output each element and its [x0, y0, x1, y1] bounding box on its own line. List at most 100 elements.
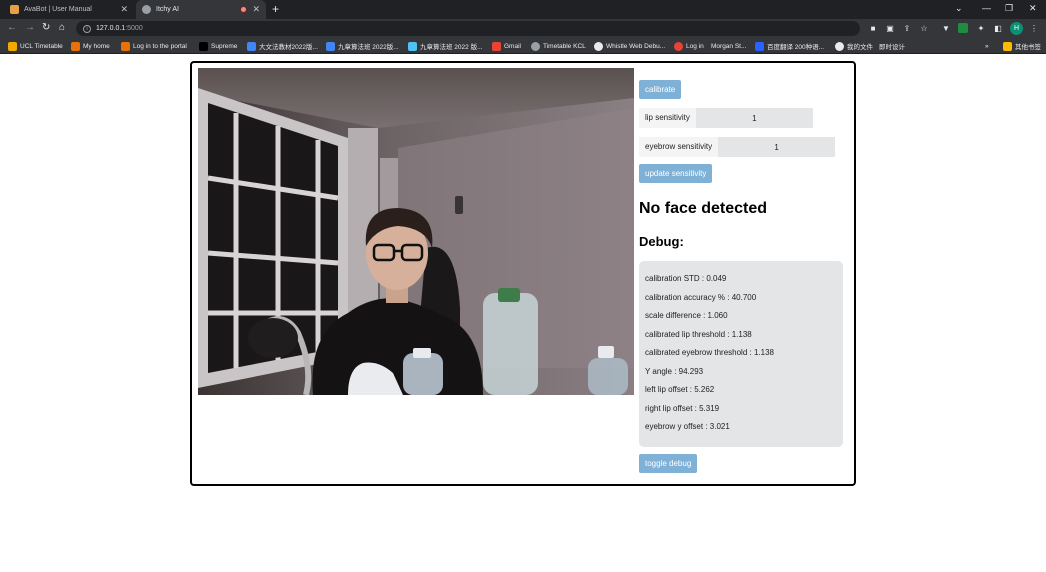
bookmark-item[interactable]: Morgan St...: [711, 40, 746, 52]
bookmark-label: Timetable KCL: [543, 42, 586, 50]
globe-icon: [531, 41, 540, 51]
extension-icon[interactable]: [958, 23, 968, 33]
bookmark-label: 九章算法班 2022版...: [338, 44, 399, 51]
camera-icon[interactable]: ■: [868, 23, 878, 33]
bookmark-item[interactable]: Timetable KCL: [531, 40, 586, 52]
bookmark-label: 即时设计: [879, 44, 905, 51]
debug-line: calibration accuracy % : 40.700: [645, 292, 757, 302]
bookmark-label: My home: [83, 42, 110, 50]
reload-icon[interactable]: ↻: [42, 22, 50, 33]
bookmark-item[interactable]: My home: [71, 40, 110, 52]
puzzle-icon[interactable]: ✦: [976, 23, 986, 33]
more-bookmarks-icon[interactable]: »: [985, 40, 989, 52]
bookmark-label: Log in: [686, 42, 704, 50]
page-content: calibrate lip sensitivity 1 eyebrow sens…: [0, 55, 1046, 572]
minimize-icon[interactable]: —: [982, 3, 991, 13]
bookmark-label: 其他书签: [1015, 44, 1041, 51]
translate-icon[interactable]: ▣: [885, 23, 895, 33]
bookmark-item[interactable]: 我的文件: [835, 40, 873, 52]
bookmark-label: 九章算法班 2022 版...: [420, 44, 483, 51]
tab-itchy-ai[interactable]: Itchy AI ✕: [136, 0, 266, 19]
url-port: :5000: [125, 25, 143, 32]
bookmarks-bar: UCL Timetable My home Log in to the port…: [0, 38, 1046, 54]
bookmark-item[interactable]: Gmail: [492, 40, 521, 52]
bookmark-label: 大文法教材2022版...: [259, 44, 318, 51]
bookmark-item[interactable]: 九章算法班 2022 版...: [408, 40, 483, 52]
bookmark-star-icon[interactable]: ☆: [919, 23, 929, 33]
update-sensitivity-button[interactable]: update sensitivity: [639, 164, 713, 183]
close-icon[interactable]: ✕: [120, 4, 128, 15]
wordpress-icon: [594, 41, 603, 51]
bookmark-folder[interactable]: 其他书签: [1003, 40, 1041, 52]
debug-line: left lip offset : 5.262: [645, 385, 715, 394]
tab-bar: AvaBot | User Manual ✕ Itchy AI ✕ + ⌄ — …: [0, 0, 1046, 19]
browser-toolbar: ← → ↻ ⌂ i 127.0.0.1:5000 ■ ▣ ⇪ ☆ ▼ ✦ ◧ H…: [0, 19, 1046, 38]
tab-avabot[interactable]: AvaBot | User Manual ✕: [4, 0, 134, 19]
bookmark-favicon-icon: [8, 41, 17, 51]
side-panel-icon[interactable]: ◧: [993, 23, 1003, 33]
home-icon[interactable]: ⌂: [59, 22, 65, 33]
bookmark-label: UCL Timetable: [20, 42, 63, 50]
extension-v-icon[interactable]: ▼: [941, 23, 951, 33]
debug-line: calibrated eyebrow threshold : 1.138: [645, 348, 774, 357]
info-icon[interactable]: i: [83, 24, 91, 33]
bookmark-label: Morgan St...: [711, 42, 747, 50]
bookmark-favicon-icon: [835, 41, 844, 51]
new-tab-icon[interactable]: +: [272, 2, 279, 16]
url-host: 127.0.0.1: [96, 25, 126, 32]
bookmark-favicon-icon: [121, 41, 130, 51]
restore-icon[interactable]: ❐: [1005, 3, 1013, 14]
tab-title: Itchy AI: [156, 6, 179, 13]
folder-icon: [1003, 41, 1012, 51]
debug-panel: calibration STD : 0.049 calibration accu…: [639, 261, 843, 447]
face-status: No face detected: [639, 200, 768, 217]
bookmark-item[interactable]: 九章算法班 2022版...: [326, 40, 399, 52]
bookmark-item[interactable]: 大文法教材2022版...: [247, 40, 318, 52]
bookmark-label: Gmail: [504, 42, 521, 50]
forward-icon[interactable]: →: [25, 22, 35, 33]
bookmark-item[interactable]: Log in to the portal: [121, 40, 187, 52]
window-close-icon[interactable]: ✕: [1029, 3, 1037, 14]
eyebrow-sensitivity-row: eyebrow sensitivity 1: [639, 137, 847, 157]
bookmark-label: Whistle Web Debu...: [606, 42, 666, 50]
lip-sensitivity-label: lip sensitivity: [639, 108, 696, 128]
bookmark-item[interactable]: 即时设计: [879, 40, 905, 52]
bookmark-item[interactable]: Whistle Web Debu...: [594, 40, 665, 52]
bookmark-item[interactable]: 百度翻译 200种语...: [755, 40, 824, 52]
menu-icon[interactable]: ⋮: [1029, 23, 1039, 33]
bookmark-item[interactable]: UCL Timetable: [8, 40, 63, 52]
bookmark-item[interactable]: Supreme: [199, 40, 237, 52]
bookmark-label: Log in to the portal: [133, 42, 187, 50]
eyebrow-sensitivity-input[interactable]: 1: [718, 137, 836, 157]
recording-icon: [240, 6, 247, 13]
lip-sensitivity-row: lip sensitivity 1: [639, 108, 847, 128]
lip-sensitivity-input[interactable]: 1: [695, 108, 813, 128]
webcam-feed: [198, 68, 634, 395]
calibrate-button[interactable]: calibrate: [639, 80, 682, 99]
bookmark-label: 百度翻译 200种语...: [767, 44, 825, 51]
gmail-icon: [492, 41, 501, 51]
close-icon[interactable]: ✕: [252, 4, 260, 15]
debug-line: calibration STD : 0.049: [645, 274, 727, 283]
debug-heading: Debug:: [639, 234, 684, 249]
bookmark-favicon-icon: [674, 41, 683, 51]
webcam-image: [198, 68, 634, 395]
toggle-debug-button[interactable]: toggle debug: [639, 454, 698, 473]
bookmark-favicon-icon: [71, 41, 80, 51]
bookmark-item[interactable]: Log in: [674, 40, 704, 52]
bookmark-favicon-icon: [755, 41, 764, 51]
address-bar[interactable]: i 127.0.0.1:5000: [76, 21, 860, 36]
share-icon[interactable]: ⇪: [902, 23, 912, 33]
debug-line: Y angle : 94.293: [645, 366, 704, 376]
control-panel: calibrate lip sensitivity 1 eyebrow sens…: [639, 79, 847, 473]
globe-icon: [142, 5, 151, 14]
debug-line: calibrated lip threshold : 1.138: [645, 329, 752, 339]
bookmark-label: 我的文件: [847, 44, 873, 51]
back-icon[interactable]: ←: [7, 22, 17, 33]
eyebrow-sensitivity-label: eyebrow sensitivity: [639, 137, 719, 157]
bookmark-favicon-icon: [247, 41, 256, 51]
tab-search-icon[interactable]: ⌄: [955, 3, 963, 14]
profile-avatar[interactable]: H: [1010, 22, 1023, 35]
debug-line: eyebrow y offset : 3.021: [645, 422, 730, 431]
bookmark-favicon-icon: [408, 41, 417, 51]
